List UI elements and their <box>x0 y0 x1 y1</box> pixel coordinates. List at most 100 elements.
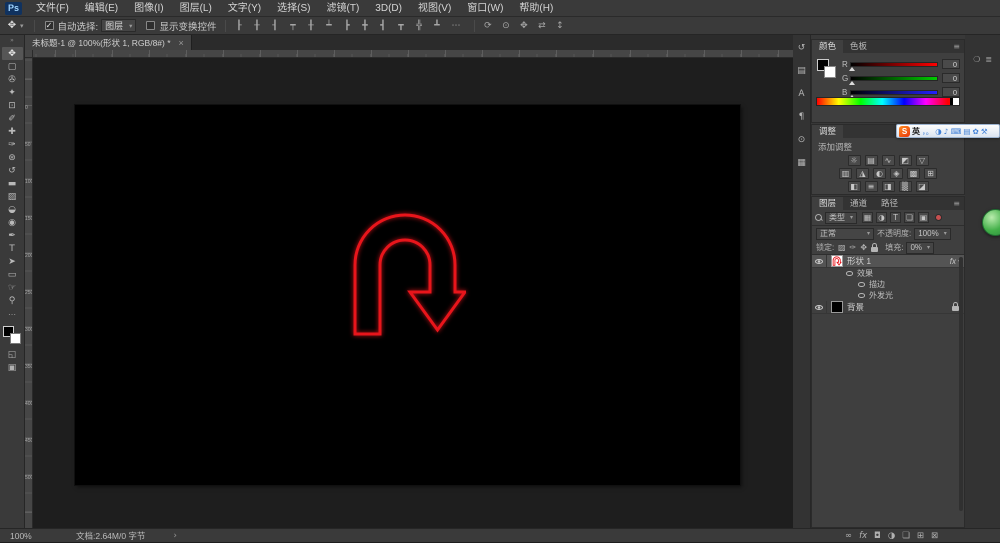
visibility-toggle[interactable] <box>812 301 827 313</box>
distribute-left-icon[interactable]: ┣ <box>340 21 353 31</box>
sogou-logo-icon[interactable]: S <box>899 126 910 137</box>
gradient-tool[interactable]: ▨ <box>2 190 23 203</box>
background-color-swatch[interactable] <box>824 66 836 78</box>
toolbar-collapse-icon[interactable]: » <box>10 37 14 44</box>
lock-transparent-pixels-icon[interactable]: ▨ <box>837 243 846 252</box>
auto-select-dropdown[interactable]: 图层 ▾ <box>101 19 136 32</box>
document-tab[interactable]: 未标题-1 @ 100%(形状 1, RGB/8#) * × <box>25 35 192 50</box>
layer-style-icon[interactable]: fx <box>859 531 867 541</box>
screen-mode-icon[interactable]: ▣ <box>2 361 23 374</box>
filter-type-layers-icon[interactable]: T <box>890 212 901 223</box>
collapsed-panel-icon-2[interactable]: ≣ <box>985 55 992 64</box>
fullwidth-icon[interactable]: ◑ <box>935 127 942 136</box>
path-selection-tool[interactable]: ➤ <box>2 255 23 268</box>
layer-name[interactable]: 背景 <box>847 301 952 313</box>
paragraph-panel-icon[interactable]: ¶ <box>795 112 809 122</box>
distribute-bottom-icon[interactable]: ┻ <box>430 21 443 31</box>
filter-smart-objects-icon[interactable]: ▣ <box>918 212 929 223</box>
new-layer-icon[interactable]: ⊞ <box>917 531 924 541</box>
new-adjustment-layer-icon[interactable]: ◑ <box>888 531 895 541</box>
shape-layer-thumbnail[interactable] <box>831 255 843 267</box>
menu-image[interactable]: 图像(I) <box>126 0 171 17</box>
add-layer-mask-icon[interactable]: ◘ <box>874 531 881 541</box>
menu-type[interactable]: 文字(Y) <box>220 0 269 17</box>
menu-select[interactable]: 选择(S) <box>269 0 318 17</box>
layer-row-shape-1[interactable]: 形状 1 fx ▾ <box>812 255 964 268</box>
gradient-map-icon[interactable]: ▒ <box>899 181 912 192</box>
crop-tool[interactable]: ⊡ <box>2 99 23 112</box>
brightness-contrast-icon[interactable]: ☼ <box>848 155 861 166</box>
rectangular-marquee-tool[interactable]: ▢ <box>2 60 23 73</box>
voice-input-icon[interactable]: ♪ <box>944 127 949 136</box>
lock-position-icon[interactable]: ✥ <box>859 243 868 252</box>
info-panel-icon[interactable]: ⊙ <box>795 135 809 145</box>
distribute-right-icon[interactable]: ┫ <box>376 21 389 31</box>
link-layers-icon[interactable]: ∞ <box>845 531 852 541</box>
green-value[interactable]: 0 <box>942 73 960 83</box>
skin-icon[interactable]: ✿ <box>973 127 979 136</box>
align-vertical-centers-icon[interactable]: ╂ <box>304 21 317 31</box>
history-brush-tool[interactable]: ↺ <box>2 164 23 177</box>
rectangle-tool[interactable]: ▭ <box>2 268 23 281</box>
align-left-edges-icon[interactable]: ┠ <box>232 21 245 31</box>
filter-on-off-toggle[interactable] <box>935 214 942 221</box>
soft-keyboard-icon[interactable]: ⌨ <box>951 127 962 136</box>
layer-row-outer-glow-effect[interactable]: 外发光 <box>812 290 964 301</box>
visibility-toggle[interactable] <box>812 255 827 267</box>
3d-slide-icon[interactable]: ⇄ <box>535 21 548 31</box>
3d-pan-icon[interactable]: ✥ <box>517 21 530 31</box>
menu-file[interactable]: 文件(F) <box>28 0 77 17</box>
close-tab-icon[interactable]: × <box>179 38 184 48</box>
invert-icon[interactable]: ◧ <box>848 181 861 192</box>
zoom-tool[interactable]: ⚲ <box>2 294 23 307</box>
align-horizontal-centers-icon[interactable]: ╂ <box>250 21 263 31</box>
eyedropper-tool[interactable]: ✐ <box>2 112 23 125</box>
opacity-dropdown[interactable]: 100% ▾ <box>914 228 950 240</box>
blend-mode-dropdown[interactable]: 正常 ▾ <box>816 228 874 240</box>
tab-channels[interactable]: 通道 <box>843 197 874 210</box>
distribute-horizontal-icon[interactable]: ╋ <box>358 21 371 31</box>
levels-icon[interactable]: ▤ <box>865 155 878 166</box>
fx-badge[interactable]: fx <box>950 257 956 266</box>
quick-selection-tool[interactable]: ✦ <box>2 86 23 99</box>
delete-layer-icon[interactable]: ⊠ <box>931 531 938 541</box>
color-panel-swatches[interactable] <box>817 59 837 79</box>
sogou-ime-toolbar[interactable]: S 英 ，。◑♪⌨▤✿⚒ <box>896 124 1000 138</box>
show-transform-checkbox[interactable] <box>146 21 155 30</box>
collapsed-panel-icon-1[interactable]: ❍ <box>973 55 980 64</box>
dodge-tool[interactable]: ◉ <box>2 216 23 229</box>
layers-scrollbar[interactable] <box>959 257 963 511</box>
posterize-icon[interactable]: ≡ <box>865 181 878 192</box>
document-canvas[interactable] <box>75 105 740 485</box>
panel-menu-icon[interactable]: ≡ <box>953 42 964 51</box>
menu-filter[interactable]: 滤镜(T) <box>319 0 368 17</box>
tab-color[interactable]: 颜色 <box>812 40 843 53</box>
align-top-edges-icon[interactable]: ┯ <box>286 21 299 31</box>
auto-select-checkbox[interactable]: ✓ <box>45 21 54 30</box>
filter-adjustment-layers-icon[interactable]: ◑ <box>876 212 887 223</box>
panel-menu-icon[interactable]: ≡ <box>953 199 964 208</box>
layer-name[interactable]: 形状 1 <box>847 255 950 267</box>
3d-scale-icon[interactable]: ↕ <box>553 21 566 31</box>
align-more-icon[interactable]: ⋯ <box>451 21 460 31</box>
black-white-icon[interactable]: ◐ <box>873 168 886 179</box>
clone-stamp-tool[interactable]: ⊛ <box>2 151 23 164</box>
vibrance-icon[interactable]: ▽ <box>916 155 929 166</box>
menu-view[interactable]: 视图(V) <box>410 0 459 17</box>
lasso-tool[interactable]: ✇ <box>2 73 23 86</box>
channel-mixer-icon[interactable]: ▩ <box>907 168 920 179</box>
green-slider[interactable] <box>850 76 938 81</box>
lock-image-pixels-icon[interactable]: ✑ <box>848 243 857 252</box>
color-swatches[interactable] <box>3 326 21 344</box>
align-right-edges-icon[interactable]: ┨ <box>268 21 281 31</box>
horizontal-type-tool[interactable]: T <box>2 242 23 255</box>
new-group-icon[interactable]: ❏ <box>902 531 910 541</box>
histogram-panel-icon[interactable]: ▦ <box>795 158 809 168</box>
ime-language-mode[interactable]: 英 <box>912 126 920 137</box>
filter-type-dropdown[interactable]: 类型 ▾ <box>825 212 857 224</box>
move-tool[interactable]: ✥ <box>2 47 23 60</box>
fill-dropdown[interactable]: 0% ▾ <box>906 242 934 254</box>
pen-tool[interactable]: ✒ <box>2 229 23 242</box>
slider-thumb-icon[interactable] <box>849 67 855 71</box>
tab-adjustments[interactable]: 调整 <box>812 125 843 138</box>
